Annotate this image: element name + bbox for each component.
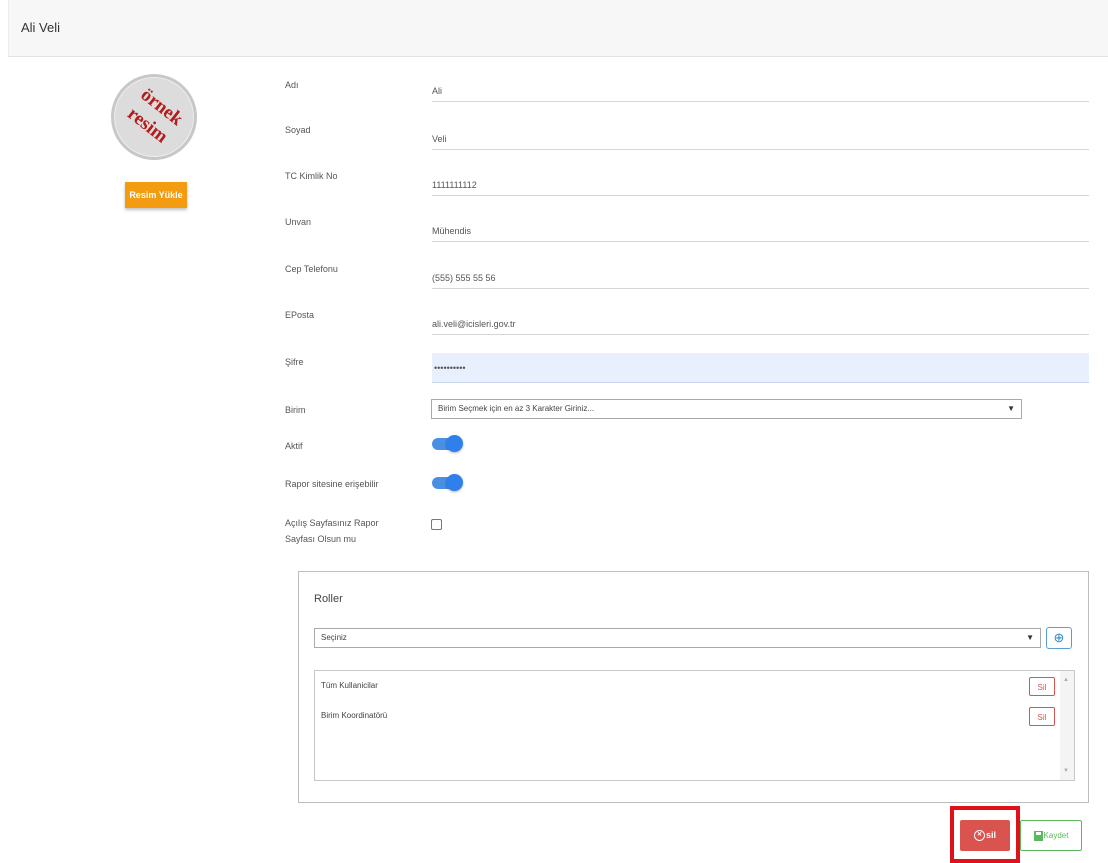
role-item-name: Birim Koordinatörü: [321, 711, 388, 720]
email-field[interactable]: [432, 313, 1089, 335]
unit-select-value: Birim Seçmek için en az 3 Karakter Girin…: [438, 404, 595, 413]
plus-circle-icon: ⊕: [1053, 630, 1065, 645]
floppy-disk-icon: [1033, 830, 1043, 841]
role-item-name: Tüm Kullanicilar: [321, 681, 378, 690]
title-field[interactable]: [432, 220, 1089, 242]
password-label: Şifre: [285, 357, 304, 367]
x-circle-icon: ✕: [973, 830, 985, 842]
report-access-label: Rapor sitesine erişebilir: [285, 479, 379, 489]
panel-header: Ali Veli: [8, 0, 1108, 57]
upload-image-button[interactable]: Resim Yükle: [125, 182, 187, 208]
tc-field[interactable]: [432, 174, 1089, 196]
surname-label: Soyad: [285, 125, 311, 135]
password-field[interactable]: [432, 353, 1089, 383]
role-delete-button[interactable]: Sil: [1029, 707, 1055, 726]
role-select[interactable]: Seçiniz ▼: [314, 628, 1041, 648]
surname-field[interactable]: [432, 128, 1089, 150]
active-toggle[interactable]: [432, 435, 463, 452]
role-delete-button[interactable]: Sil: [1029, 677, 1055, 696]
landing-label-line2: Sayfası Olsun mu: [285, 534, 357, 544]
avatar: örnek resim: [111, 74, 197, 160]
delete-button[interactable]: ✕ sil: [960, 820, 1010, 851]
phone-field[interactable]: [432, 267, 1089, 289]
landing-checkbox[interactable]: [431, 519, 442, 530]
toggle-knob: [446, 435, 463, 452]
title-label: Unvan: [285, 217, 312, 227]
roles-panel: Roller Seçiniz ▼ ⊕ Tüm Kullanicilar Sil …: [298, 571, 1089, 803]
unit-label: Birim: [285, 405, 306, 415]
name-label: Adı: [285, 80, 299, 90]
unit-select[interactable]: Birim Seçmek için en az 3 Karakter Girin…: [431, 399, 1022, 419]
roles-list: Tüm Kullanicilar Sil Birim Koordinatörü …: [314, 670, 1075, 781]
page-title: Ali Veli: [21, 20, 61, 35]
email-label: EPosta: [285, 310, 315, 320]
roles-title: Roller: [314, 593, 343, 605]
add-role-button[interactable]: ⊕: [1046, 627, 1072, 649]
toggle-knob: [446, 474, 463, 491]
save-button-label: Kaydet: [1043, 830, 1069, 840]
roles-scrollbar[interactable]: ▲ ▼: [1060, 671, 1074, 780]
chevron-down-icon: ▼: [1007, 404, 1015, 413]
save-button[interactable]: Kaydet: [1020, 820, 1082, 851]
role-select-value: Seçiniz: [321, 633, 347, 642]
chevron-down-icon: ▼: [1026, 633, 1034, 642]
phone-label: Cep Telefonu: [285, 264, 338, 274]
active-label: Aktif: [285, 441, 303, 451]
name-field[interactable]: [432, 80, 1089, 102]
scroll-down-icon[interactable]: ▼: [1063, 768, 1069, 774]
landing-label-line1: Açılış Sayfasınız Rapor: [285, 518, 379, 528]
report-access-toggle[interactable]: [432, 474, 463, 491]
delete-button-label: sil: [985, 829, 996, 840]
tc-label: TC Kimlik No: [285, 171, 338, 181]
stamp-image: örnek resim: [123, 84, 187, 147]
scroll-up-icon[interactable]: ▲: [1063, 677, 1069, 683]
